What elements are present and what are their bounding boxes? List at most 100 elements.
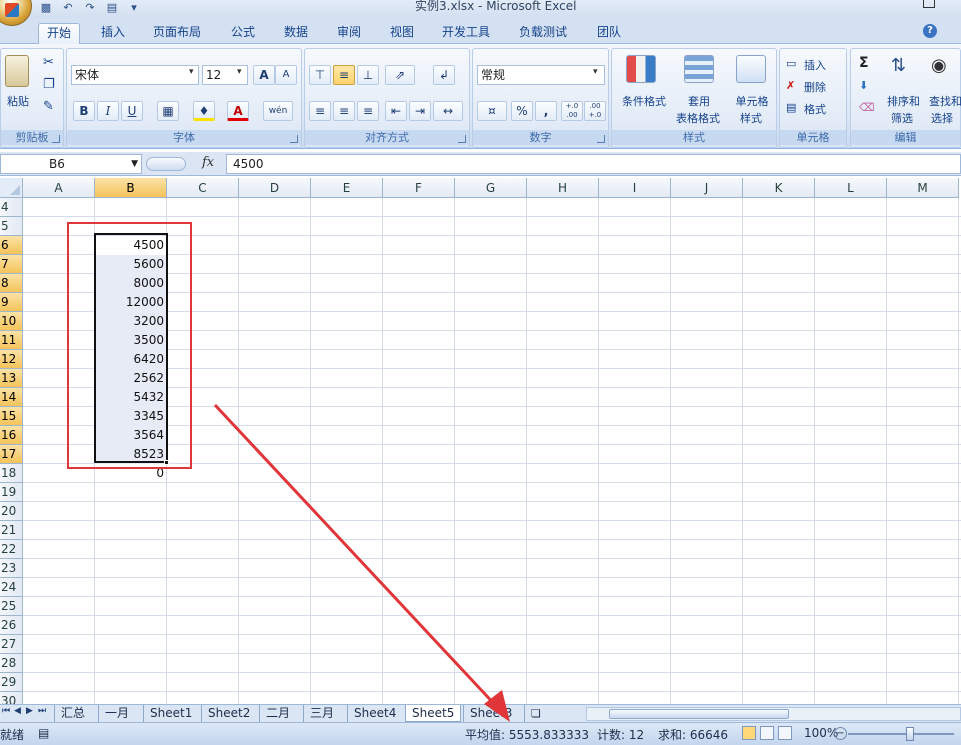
- align-middle-icon[interactable]: ≡: [333, 65, 355, 85]
- format-cells-button[interactable]: 格式: [804, 101, 826, 117]
- quick-access-dropdown-icon[interactable]: ▾: [126, 1, 142, 15]
- font-name-dropdown-icon[interactable]: ▾: [189, 67, 194, 77]
- font-color-button[interactable]: A: [227, 101, 249, 121]
- column-header-g[interactable]: G: [455, 178, 527, 198]
- phonetic-button[interactable]: wén: [263, 101, 293, 121]
- name-box[interactable]: B6 ▼: [0, 154, 142, 174]
- delete-cells-button[interactable]: 删除: [804, 79, 826, 95]
- column-header-k[interactable]: K: [743, 178, 815, 198]
- cell-b4[interactable]: [95, 198, 166, 217]
- row-header-26[interactable]: 26: [0, 616, 23, 635]
- sheet-tab-sheet4[interactable]: Sheet4: [347, 705, 403, 722]
- column-header-e[interactable]: E: [311, 178, 383, 198]
- formula-input[interactable]: 4500: [226, 154, 961, 174]
- row-header-11[interactable]: 11: [0, 331, 23, 350]
- help-icon[interactable]: ?: [923, 24, 937, 38]
- column-header-c[interactable]: C: [167, 178, 239, 198]
- column-header-j[interactable]: J: [671, 178, 743, 198]
- insert-sheet-icon[interactable]: ❏: [524, 705, 547, 722]
- row-header-30[interactable]: 30: [0, 692, 23, 704]
- find-select-button-line1[interactable]: 查找和: [929, 93, 961, 109]
- row-header-20[interactable]: 20: [0, 502, 23, 521]
- find-select-button-line2[interactable]: 选择: [931, 110, 953, 126]
- sheet-tab-march[interactable]: 三月: [303, 705, 341, 722]
- row-header-8[interactable]: 8: [0, 274, 23, 293]
- save-icon[interactable]: ▩: [38, 1, 54, 15]
- clipboard-launcher-icon[interactable]: [52, 135, 60, 143]
- macro-record-icon[interactable]: ▤: [38, 726, 49, 740]
- tab-load-test[interactable]: 负载测试: [511, 23, 575, 44]
- shrink-font-button[interactable]: A: [275, 65, 297, 85]
- normal-view-icon[interactable]: [742, 726, 756, 740]
- autosum-button[interactable]: Σ: [859, 55, 869, 71]
- sort-filter-button-line2[interactable]: 筛选: [891, 110, 913, 126]
- sheet-tab-february[interactable]: 二月: [259, 705, 297, 722]
- sheet-tab-sheet2[interactable]: Sheet2: [201, 705, 257, 722]
- clear-icon[interactable]: ⌫: [859, 101, 875, 114]
- paste-icon[interactable]: [5, 55, 29, 87]
- percent-button[interactable]: %: [511, 101, 533, 121]
- sheet-tab-january[interactable]: 一月: [98, 705, 136, 722]
- tab-review[interactable]: 审阅: [329, 23, 369, 44]
- find-select-icon[interactable]: ◉: [931, 55, 955, 83]
- select-all-button[interactable]: [0, 178, 23, 198]
- insert-cells-button[interactable]: 插入: [804, 57, 826, 73]
- fill-color-icon[interactable]: ♦: [193, 101, 215, 121]
- sheet-tab-sheet5[interactable]: Sheet5: [405, 705, 462, 722]
- row-header-28[interactable]: 28: [0, 654, 23, 673]
- row-header-19[interactable]: 19: [0, 483, 23, 502]
- sheet-tab-sheet3[interactable]: Sheet3: [463, 705, 519, 722]
- sheet-tab-sheet1[interactable]: Sheet1: [143, 705, 199, 722]
- row-header-23[interactable]: 23: [0, 559, 23, 578]
- insert-function-button[interactable]: fx: [202, 155, 214, 170]
- font-name-select[interactable]: 宋体: [71, 65, 199, 85]
- format-painter-icon[interactable]: ✎: [43, 99, 54, 114]
- column-header-h[interactable]: H: [527, 178, 599, 198]
- zoom-slider-thumb[interactable]: [906, 727, 914, 741]
- horizontal-scrollbar[interactable]: [586, 707, 961, 721]
- redo-icon[interactable]: ↷: [82, 1, 98, 15]
- number-launcher-icon[interactable]: [597, 135, 605, 143]
- font-size-dropdown-icon[interactable]: ▾: [237, 67, 242, 77]
- grow-font-button[interactable]: A: [253, 65, 275, 85]
- row-header-21[interactable]: 21: [0, 521, 23, 540]
- row-header-17[interactable]: 17: [0, 445, 23, 464]
- table-format-button-line2[interactable]: 表格格式: [670, 110, 726, 126]
- copy-icon[interactable]: ❐: [43, 77, 55, 92]
- horizontal-scroll-thumb[interactable]: [609, 709, 789, 719]
- column-header-b[interactable]: B: [95, 178, 167, 198]
- sort-filter-button-line1[interactable]: 排序和: [887, 93, 920, 109]
- row-header-6[interactable]: 6: [0, 236, 23, 255]
- font-launcher-icon[interactable]: [290, 135, 298, 143]
- row-header-25[interactable]: 25: [0, 597, 23, 616]
- form-icon[interactable]: ▤: [104, 1, 120, 15]
- underline-button[interactable]: U: [121, 101, 143, 121]
- zoom-slider-track[interactable]: [848, 733, 954, 735]
- number-format-select[interactable]: 常规: [477, 65, 605, 85]
- fill-icon[interactable]: ⬇: [859, 79, 868, 92]
- column-header-a[interactable]: A: [23, 178, 95, 198]
- cell-styles-button-line1[interactable]: 单元格: [732, 93, 772, 109]
- comma-button[interactable]: ,: [535, 101, 557, 121]
- undo-icon[interactable]: ↶: [60, 1, 76, 15]
- border-icon[interactable]: ▦: [157, 101, 179, 121]
- cell-styles-icon[interactable]: [736, 55, 766, 83]
- align-center-icon[interactable]: ≡: [333, 101, 355, 121]
- tab-developer[interactable]: 开发工具: [434, 23, 498, 44]
- row-header-7[interactable]: 7: [0, 255, 23, 274]
- row-header-12[interactable]: 12: [0, 350, 23, 369]
- row-header-22[interactable]: 22: [0, 540, 23, 559]
- worksheet-grid[interactable]: ABCDEFGHIJKLM 4 5 6 7 8 9 10 11 12 13 14 15 16 17 18 19…: [0, 178, 961, 704]
- align-right-icon[interactable]: ≡: [357, 101, 379, 121]
- conditional-format-button[interactable]: 条件格式: [616, 93, 672, 109]
- tab-formulas[interactable]: 公式: [223, 23, 263, 44]
- tab-insert[interactable]: 插入: [93, 23, 133, 44]
- merge-center-icon[interactable]: ↔: [433, 101, 463, 121]
- alignment-launcher-icon[interactable]: [458, 135, 466, 143]
- align-left-icon[interactable]: ≡: [309, 101, 331, 121]
- paste-button[interactable]: 粘贴: [3, 93, 33, 109]
- prev-sheet-icon[interactable]: ◀: [14, 706, 21, 716]
- row-header-9[interactable]: 9: [0, 293, 23, 312]
- name-box-dropdown-icon[interactable]: ▼: [131, 155, 138, 173]
- zoom-out-icon[interactable]: −: [834, 727, 847, 740]
